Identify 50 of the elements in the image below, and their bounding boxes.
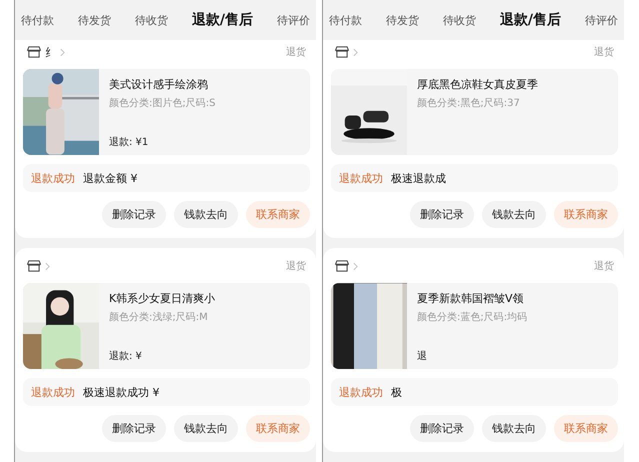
shop-name[interactable]: 纟 <box>45 44 56 60</box>
action-button[interactable]: 删除记录 <box>410 415 474 442</box>
tab[interactable]: 待收货 <box>132 12 170 28</box>
refund-status: 退款成功 <box>339 384 383 400</box>
store-icon <box>335 46 349 58</box>
tab[interactable]: 待付款 <box>327 12 364 28</box>
product-title: 夏季新款韩国褶皱V领 <box>417 291 525 306</box>
tab[interactable]: 待付款 <box>19 12 56 28</box>
action-button[interactable]: 钱款去向 <box>174 201 238 228</box>
product-spec: 颜色分类:黑色;尺码:37 <box>417 96 521 110</box>
return-label: 退货 <box>286 46 306 59</box>
product-spec: 颜色分类:图片色;尺码:S <box>109 96 216 110</box>
refund-status: 退款成功 <box>31 170 75 186</box>
action-button[interactable]: 钱款去向 <box>174 415 238 442</box>
tab[interactable]: 待收货 <box>440 12 478 28</box>
chevron-icon <box>45 262 50 270</box>
refund-note: 极速退款成 <box>391 170 446 186</box>
action-button[interactable]: 钱款去向 <box>482 201 546 228</box>
refund-note: 极 <box>391 384 402 400</box>
chevron-icon <box>353 262 358 270</box>
refund-note: 退款金额 ¥ <box>83 170 138 186</box>
product-spec: 颜色分类:浅绿;尺码:M <box>109 310 209 324</box>
tab[interactable]: 退款/售后 <box>190 11 256 29</box>
refund-status: 退款成功 <box>31 384 75 400</box>
chevron-icon <box>353 48 358 56</box>
store-icon <box>335 260 349 272</box>
tab[interactable]: 待评价 <box>583 12 620 28</box>
product-title: 厚底黑色凉鞋女真皮夏季 <box>417 77 538 92</box>
store-icon <box>27 260 41 272</box>
action-button[interactable]: 钱款去向 <box>482 415 546 442</box>
tab[interactable]: 待发货 <box>384 12 421 28</box>
product-title: 美式设计感手绘涂鸦 <box>109 77 209 92</box>
action-button[interactable]: 删除记录 <box>410 201 474 228</box>
refund-status: 退款成功 <box>339 170 383 186</box>
refund-amount: 退款: ¥ <box>109 350 143 363</box>
tab[interactable]: 待评价 <box>275 12 312 28</box>
tab[interactable]: 退款/售后 <box>498 11 564 29</box>
return-label: 退货 <box>594 260 614 273</box>
product-spec: 颜色分类:蓝色;尺码:均码 <box>417 310 528 324</box>
tab[interactable]: 待发货 <box>76 12 113 28</box>
product-title: K韩系少女夏日清爽小 <box>109 291 216 306</box>
action-button[interactable]: 删除记录 <box>102 415 166 442</box>
return-label: 退货 <box>594 46 614 59</box>
refund-amount: 退款: ¥1 <box>109 136 150 149</box>
refund-amount: 退 <box>417 350 428 363</box>
action-button[interactable]: 删除记录 <box>102 201 166 228</box>
store-icon <box>27 46 41 58</box>
return-label: 退货 <box>286 260 306 273</box>
refund-note: 极速退款成功 ¥ <box>83 384 160 400</box>
chevron-icon <box>60 48 65 56</box>
